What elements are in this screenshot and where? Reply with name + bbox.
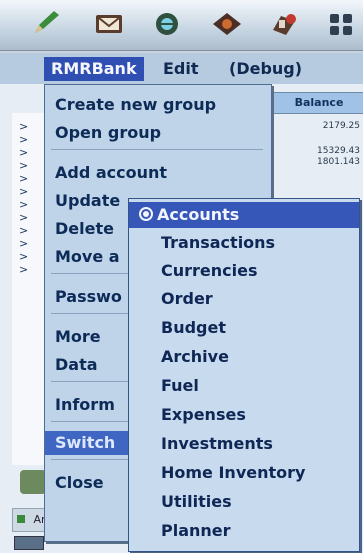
submenu-item-planner[interactable]: Planner <box>161 518 231 544</box>
submenu-item-currencies[interactable]: Currencies <box>161 258 258 284</box>
balance-column-header: Balance <box>273 92 363 114</box>
menu-item-data[interactable]: Data <box>55 353 98 377</box>
submenu-item-budget[interactable]: Budget <box>161 315 226 341</box>
balance-values: 2179.25 15329.43 1801.143 <box>278 121 360 168</box>
menu-item-move[interactable]: Move a <box>55 245 120 269</box>
pen-icon[interactable] <box>30 9 64 39</box>
submenu-item-archive[interactable]: Archive <box>161 344 229 370</box>
menu-separator <box>51 149 263 150</box>
submenu-item-order[interactable]: Order <box>161 286 213 312</box>
menu-debug[interactable]: (Debug) <box>222 57 309 81</box>
submenu-item-transactions[interactable]: Transactions <box>161 230 275 256</box>
menu-item-create-new-group[interactable]: Create new group <box>55 93 216 117</box>
system-toolbar <box>0 0 363 51</box>
menu-item-information[interactable]: Inform <box>55 393 115 417</box>
menu-item-switch[interactable]: Switch <box>45 431 139 455</box>
submenu-item-accounts[interactable]: Accounts <box>129 202 359 228</box>
alert-icon[interactable] <box>267 9 301 39</box>
mail-icon[interactable] <box>92 9 126 39</box>
small-button[interactable] <box>14 536 44 550</box>
menu-rmrbank[interactable]: RMRBank <box>44 57 144 81</box>
eye-icon[interactable] <box>210 9 244 39</box>
balance-value: 1801.143 <box>317 157 360 167</box>
menu-item-open-group[interactable]: Open group <box>55 121 161 145</box>
balance-value: 2179.25 <box>322 121 360 131</box>
submenu-item-label: Accounts <box>157 205 240 224</box>
status-dot <box>17 515 25 523</box>
menu-item-password[interactable]: Passwo <box>55 285 122 309</box>
submenu-item-utilities[interactable]: Utilities <box>161 489 232 515</box>
grid-icon[interactable] <box>324 9 358 39</box>
submenu-item-investments[interactable]: Investments <box>161 431 273 457</box>
menu-item-delete[interactable]: Delete <box>55 217 114 241</box>
submenu-item-home-inventory[interactable]: Home Inventory <box>161 460 305 486</box>
pencil-icon <box>20 470 46 494</box>
menu-item-update[interactable]: Update <box>55 189 120 213</box>
row-arrows: > > > > > > > > > > > > <box>19 120 29 276</box>
menu-edit[interactable]: Edit <box>156 57 206 81</box>
menu-item-more[interactable]: More <box>55 325 101 349</box>
switch-submenu: Accounts Transactions Currencies Order B… <box>128 198 360 552</box>
menu-item-close[interactable]: Close <box>55 471 104 495</box>
balance-value: 15329.43 <box>317 146 360 156</box>
account-list-column <box>12 113 47 465</box>
radio-selected-icon <box>139 207 153 221</box>
submenu-item-fuel[interactable]: Fuel <box>161 373 199 399</box>
submenu-item-expenses[interactable]: Expenses <box>161 402 246 428</box>
menu-item-add-account[interactable]: Add account <box>55 161 167 185</box>
menubar: RMRBank Edit (Debug) <box>0 53 363 85</box>
device-screen: RMRBank Edit (Debug) Balance > > > > > > > > > > >… <box>0 0 363 553</box>
globe-icon[interactable] <box>150 9 184 39</box>
